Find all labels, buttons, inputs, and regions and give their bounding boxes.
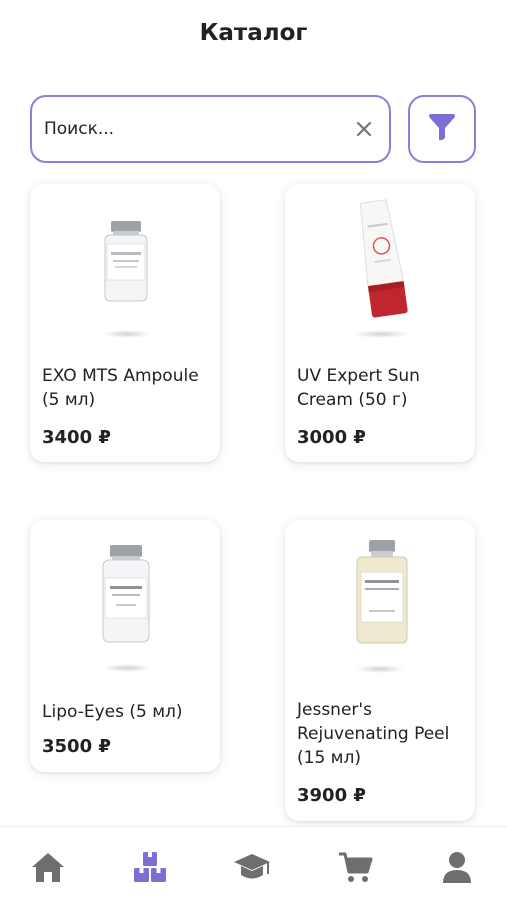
product-card[interactable]: Lipo-Eyes (5 мл) 3500 ₽	[30, 520, 220, 772]
home-icon	[32, 853, 64, 882]
product-name: Jessner's Rejuvenating Peel (15 мл)	[297, 700, 450, 768]
product-price: 3000 ₽	[297, 427, 366, 448]
vial-icon	[104, 221, 148, 302]
filter-icon	[427, 113, 457, 145]
cart-icon	[339, 852, 373, 882]
product-price: 3900 ₽	[297, 785, 366, 806]
graduation-cap-icon	[234, 854, 270, 879]
product-image	[30, 184, 220, 354]
profile-icon	[443, 852, 471, 883]
product-card[interactable]: UV Expert Sun Cream (50 г) 3000 ₽	[285, 184, 475, 462]
bottom-nav	[0, 826, 507, 900]
clear-icon[interactable]	[353, 118, 375, 140]
product-price: 3500 ₽	[42, 736, 111, 757]
catalog-boxes-icon	[134, 852, 166, 882]
nav-item-cart[interactable]	[335, 847, 375, 887]
product-price: 3400 ₽	[42, 427, 111, 448]
product-card[interactable]: Jessner's Rejuvenating Peel (15 мл) 3900…	[285, 520, 475, 821]
product-name: Lipo-Eyes (5 мл)	[42, 702, 183, 722]
filter-button[interactable]	[408, 95, 476, 163]
nav-item-home[interactable]	[28, 847, 68, 887]
search-input[interactable]	[44, 119, 353, 139]
product-name: EXO MTS Ampoule (5 мл)	[42, 366, 199, 410]
product-image	[285, 520, 475, 690]
page-title: Каталог	[199, 20, 308, 46]
product-image	[30, 520, 220, 690]
nav-item-profile[interactable]	[437, 847, 477, 887]
search-box[interactable]	[30, 95, 391, 163]
product-name: UV Expert Sun Cream (50 г)	[297, 366, 420, 410]
nav-item-education[interactable]	[232, 847, 272, 887]
product-image	[285, 184, 475, 354]
catalog-screen: Каталог EX	[0, 0, 507, 900]
nav-item-catalog[interactable]	[130, 847, 170, 887]
product-card[interactable]: EXO MTS Ampoule (5 мл) 3400 ₽	[30, 184, 220, 462]
sunscreen-tube-icon	[359, 199, 408, 318]
